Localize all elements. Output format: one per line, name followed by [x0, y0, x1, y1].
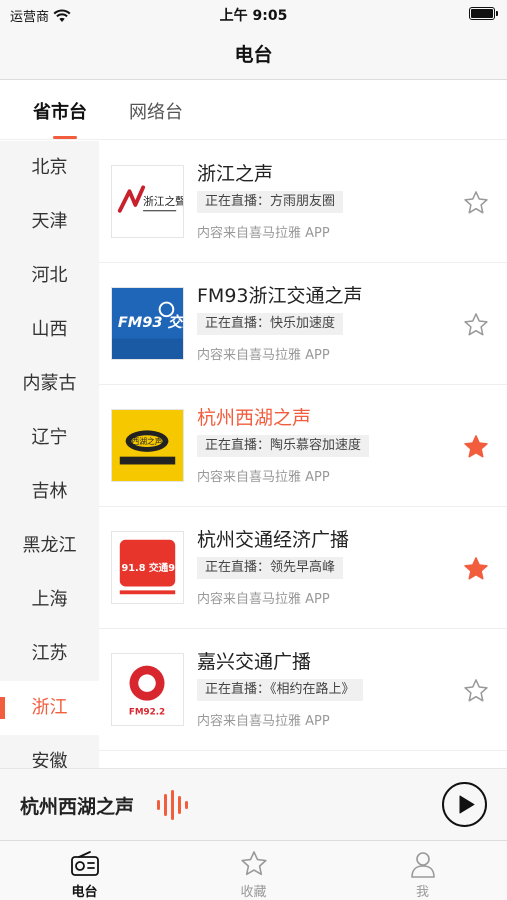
region-sidebar[interactable]: 北京 天津 河北 山西 内蒙古 辽宁 吉林 黑龙江 上海 江苏 浙江 安徽: [0, 141, 99, 768]
tabbar-radio[interactable]: 电台: [0, 841, 169, 900]
favorite-star-icon[interactable]: [462, 555, 490, 583]
bottom-tab-bar: 电台 收藏 我: [0, 840, 507, 900]
battery-icon: [469, 7, 498, 20]
station-name: 嘉兴交通广播: [197, 651, 312, 673]
region-item-jiangsu[interactable]: 江苏: [0, 627, 99, 681]
logo-text: FM 91.8 交通91.8: [112, 561, 183, 574]
station-logo-jiaxing-traffic: FM92.2: [111, 653, 184, 726]
station-logo-fm93: FM93 交通之声: [111, 287, 184, 360]
star-icon: [241, 851, 267, 876]
status-time: 上午 9:05: [219, 8, 288, 24]
play-icon: [459, 795, 475, 814]
station-logo-west-lake: 西湖之声: [111, 409, 184, 482]
logo-text: FM92.2: [129, 707, 165, 717]
navigation-bar: 电台: [0, 28, 507, 80]
region-item-inner-mongolia[interactable]: 内蒙古: [0, 357, 99, 411]
station-row[interactable]: FM93 交通之声 FM93浙江交通之声 正在直播：快乐加速度 内容来自喜马拉雅…: [99, 263, 507, 385]
station-row[interactable]: 西湖之声 杭州西湖之声 正在直播：陶乐慕容加速度 内容来自喜马拉雅 APP: [99, 385, 507, 507]
active-tab-indicator: [53, 136, 77, 139]
now-live-tag: 正在直播：快乐加速度: [197, 313, 344, 335]
mini-player[interactable]: 杭州西湖之声: [0, 768, 507, 840]
radio-icon: [71, 851, 99, 876]
page-title: 电台: [234, 44, 273, 66]
favorite-star-icon[interactable]: [462, 433, 490, 461]
station-logo-hangzhou-traffic: FM 91.8 交通91.8: [111, 531, 184, 604]
station-name: 浙江之声: [197, 163, 274, 185]
now-playing-title: 杭州西湖之声: [20, 796, 135, 818]
logo-text: 浙江之聲: [143, 195, 183, 208]
logo-text: FM93 交通之声: [118, 314, 183, 331]
content-source: 内容来自喜马拉雅 APP: [197, 714, 330, 729]
play-button[interactable]: [442, 782, 487, 827]
content-source: 内容来自喜马拉雅 APP: [197, 470, 330, 485]
tabbar-me[interactable]: 我: [338, 841, 507, 900]
station-row[interactable]: FM 91.8 交通91.8 杭州交通经济广播 正在直播：领先早高峰 内容来自喜…: [99, 507, 507, 629]
tab-network-stations[interactable]: 网络台: [129, 98, 183, 124]
station-name: FM93浙江交通之声: [197, 285, 363, 307]
now-live-tag: 正在直播：陶乐慕容加速度: [197, 435, 370, 457]
content-source: 内容来自喜马拉雅 APP: [197, 226, 330, 241]
region-item-shanxi[interactable]: 山西: [0, 303, 99, 357]
station-logo-zhejiang-voice: 浙江之聲: [111, 165, 184, 238]
region-item-hebei[interactable]: 河北: [0, 249, 99, 303]
now-live-tag: 正在直播：领先早高峰: [197, 557, 344, 579]
content-source: 内容来自喜马拉雅 APP: [197, 348, 330, 363]
station-name: 杭州西湖之声: [197, 407, 312, 429]
status-bar: 运营商 上午 9:05: [0, 0, 507, 28]
region-item-heilongjiang[interactable]: 黑龙江: [0, 519, 99, 573]
tabbar-label: 电台: [71, 885, 98, 900]
region-item-jilin[interactable]: 吉林: [0, 465, 99, 519]
favorite-star-icon[interactable]: [462, 189, 490, 217]
audio-wave-icon: [157, 790, 188, 820]
region-item-zhejiang[interactable]: 浙江: [0, 681, 99, 735]
region-item-anhui[interactable]: 安徽: [0, 735, 99, 768]
now-live-tag: 正在直播：《相约在路上》: [197, 679, 363, 701]
tabbar-label: 收藏: [240, 885, 267, 900]
favorite-star-icon[interactable]: [462, 677, 490, 705]
tabbar-favorites[interactable]: 收藏: [169, 841, 338, 900]
content-source: 内容来自喜马拉雅 APP: [197, 592, 330, 607]
station-row[interactable]: 浙江之聲 浙江之声 正在直播：方雨朋友圈 内容来自喜马拉雅 APP: [99, 141, 507, 263]
category-tabs: 省市台 网络台: [0, 80, 507, 140]
favorite-star-icon[interactable]: [462, 311, 490, 339]
tab-province-stations[interactable]: 省市台: [33, 98, 87, 124]
person-icon: [411, 852, 435, 878]
region-item-shanghai[interactable]: 上海: [0, 573, 99, 627]
now-live-tag: 正在直播：方雨朋友圈: [197, 191, 344, 213]
region-item-beijing[interactable]: 北京: [0, 141, 99, 195]
region-item-liaoning[interactable]: 辽宁: [0, 411, 99, 465]
station-list[interactable]: 浙江之聲 浙江之声 正在直播：方雨朋友圈 内容来自喜马拉雅 APP FM93 交…: [99, 141, 507, 768]
station-name: 杭州交通经济广播: [197, 529, 350, 551]
logo-text: 西湖之声: [131, 436, 162, 446]
tabbar-label: 我: [415, 885, 429, 900]
region-item-tianjin[interactable]: 天津: [0, 195, 99, 249]
station-row[interactable]: FM92.2 嘉兴交通广播 正在直播：《相约在路上》 内容来自喜马拉雅 APP: [99, 629, 507, 751]
